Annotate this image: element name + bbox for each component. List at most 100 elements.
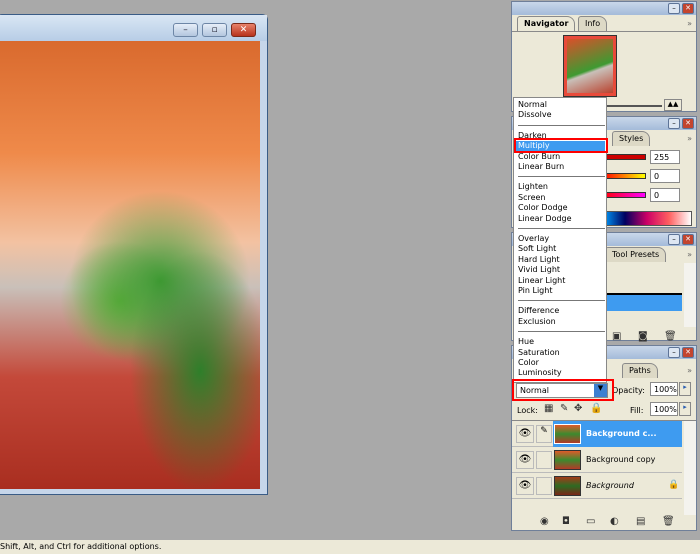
- minimize-icon[interactable]: –: [668, 234, 680, 245]
- panel-title-bar[interactable]: – ✕: [512, 2, 696, 15]
- fill-label: Fill:: [630, 406, 644, 415]
- menu-item-hard-light[interactable]: Hard Light: [518, 255, 560, 265]
- color-spectrum[interactable]: [602, 211, 692, 226]
- minimize-button[interactable]: –: [173, 23, 198, 37]
- lock-all-icon[interactable]: 🔒: [590, 403, 602, 414]
- green-value-field[interactable]: 0: [650, 169, 680, 183]
- lock-brush-icon[interactable]: ✎: [560, 403, 568, 414]
- restore-button[interactable]: ▫: [202, 23, 227, 37]
- red-value-field[interactable]: 255: [650, 150, 680, 164]
- navigator-thumbnail[interactable]: [563, 35, 617, 97]
- highlight-box-blend-select: [512, 379, 614, 401]
- menu-separator: [518, 300, 605, 302]
- layer-row[interactable]: 👁 Background 🔒: [512, 473, 682, 499]
- minimize-icon[interactable]: –: [668, 118, 680, 129]
- status-bar: Shift, Alt, and Ctrl for additional opti…: [0, 540, 700, 554]
- tab-styles[interactable]: Styles: [612, 131, 651, 146]
- camera-icon[interactable]: ◙: [638, 331, 648, 342]
- menu-item-pin-light[interactable]: Pin Light: [518, 286, 552, 296]
- menu-item-vivid-light[interactable]: Vivid Light: [518, 265, 560, 275]
- layers-scrollbar[interactable]: [684, 421, 696, 515]
- adjustment-layer-icon[interactable]: ◐: [610, 516, 619, 527]
- fill-arrow[interactable]: ▸: [679, 402, 691, 416]
- close-icon[interactable]: ✕: [682, 347, 694, 358]
- eye-icon[interactable]: 👁: [516, 451, 534, 469]
- close-button[interactable]: ✕: [231, 23, 256, 37]
- menu-item-screen[interactable]: Screen: [518, 193, 546, 203]
- menu-item-normal[interactable]: Normal: [518, 100, 547, 110]
- layer-name[interactable]: Background c...: [586, 429, 657, 438]
- canvas-image[interactable]: [0, 41, 260, 489]
- snapshot-icon[interactable]: ▣: [612, 331, 621, 342]
- new-layer-icon[interactable]: ▤: [636, 516, 645, 527]
- menu-item-color[interactable]: Color: [518, 358, 539, 368]
- green-slider[interactable]: [602, 173, 646, 179]
- panel-menu-icon[interactable]: »: [687, 19, 692, 28]
- menu-separator: [518, 176, 605, 178]
- menu-separator: [518, 228, 605, 229]
- layer-style-icon[interactable]: ◉: [540, 516, 549, 527]
- trash-icon[interactable]: 🗑: [664, 331, 677, 342]
- close-icon[interactable]: ✕: [682, 234, 694, 245]
- tab-navigator[interactable]: Navigator: [517, 16, 576, 31]
- menu-item-color-burn[interactable]: Color Burn: [518, 152, 560, 162]
- layer-row[interactable]: 👁 Background copy: [512, 447, 682, 473]
- menu-item-saturation[interactable]: Saturation: [518, 348, 560, 358]
- minimize-icon[interactable]: –: [668, 3, 680, 14]
- link-slot[interactable]: [536, 451, 552, 469]
- eye-icon[interactable]: 👁: [516, 477, 534, 495]
- opacity-field[interactable]: 100%: [650, 382, 678, 396]
- zoom-in-icon[interactable]: ▲▲: [664, 99, 682, 111]
- blue-slider[interactable]: [602, 192, 646, 198]
- tab-tool-presets[interactable]: Tool Presets: [605, 247, 667, 262]
- tab-paths[interactable]: Paths: [622, 363, 658, 378]
- panel-menu-icon[interactable]: »: [687, 366, 692, 375]
- layer-name[interactable]: Background: [586, 481, 634, 490]
- navigator-panel: – ✕ Navigator Info » ▲▲: [511, 1, 697, 112]
- menu-item-color-dodge[interactable]: Color Dodge: [518, 203, 568, 213]
- menu-item-luminosity[interactable]: Luminosity: [518, 368, 562, 378]
- close-icon[interactable]: ✕: [682, 3, 694, 14]
- lock-label: Lock:: [517, 406, 538, 415]
- menu-item-difference[interactable]: Difference: [518, 306, 559, 316]
- menu-item-linear-light[interactable]: Linear Light: [518, 276, 565, 286]
- link-slot[interactable]: [536, 477, 552, 495]
- minimize-icon[interactable]: –: [668, 347, 680, 358]
- panel-menu-icon[interactable]: »: [687, 134, 692, 143]
- document-window: – ▫ ✕: [0, 14, 268, 495]
- highlight-box-multiply: [514, 138, 608, 153]
- layer-row[interactable]: 👁 ✎ Background c...: [512, 421, 682, 447]
- layer-thumbnail: [554, 476, 581, 496]
- menu-item-exclusion[interactable]: Exclusion: [518, 317, 556, 327]
- scrollbar[interactable]: [684, 263, 696, 327]
- menu-item-linear-burn[interactable]: Linear Burn: [518, 162, 564, 172]
- lock-transparency-icon[interactable]: ▦: [544, 403, 553, 414]
- opacity-arrow[interactable]: ▸: [679, 382, 691, 396]
- menu-item-dissolve[interactable]: Dissolve: [518, 110, 552, 120]
- opacity-label: Opacity:: [612, 386, 645, 395]
- brush-icon: ✎: [536, 425, 552, 443]
- menu-item-linear-dodge[interactable]: Linear Dodge: [518, 214, 572, 224]
- layer-name[interactable]: Background copy: [586, 455, 655, 464]
- menu-separator: [518, 331, 605, 333]
- tab-info[interactable]: Info: [578, 16, 608, 31]
- layer-thumbnail: [554, 450, 581, 470]
- layer-mask-icon[interactable]: ◘: [562, 516, 570, 527]
- blue-value-field[interactable]: 0: [650, 188, 680, 202]
- close-icon[interactable]: ✕: [682, 118, 694, 129]
- folder-icon[interactable]: ▭: [586, 516, 595, 527]
- menu-item-lighten[interactable]: Lighten: [518, 182, 548, 192]
- document-title-bar[interactable]: – ▫ ✕: [0, 15, 267, 41]
- trash-icon[interactable]: 🗑: [662, 516, 675, 527]
- menu-item-hue[interactable]: Hue: [518, 337, 534, 347]
- red-slider[interactable]: [602, 154, 646, 160]
- menu-separator: [518, 124, 605, 126]
- lock-move-icon[interactable]: ✥: [574, 403, 582, 414]
- eye-icon[interactable]: 👁: [516, 425, 534, 443]
- menu-item-soft-light[interactable]: Soft Light: [518, 244, 556, 254]
- fill-field[interactable]: 100%: [650, 402, 678, 416]
- layer-thumbnail: [554, 424, 581, 444]
- panel-menu-icon[interactable]: »: [687, 250, 692, 259]
- lock-icon: 🔒: [668, 480, 680, 490]
- menu-item-overlay[interactable]: Overlay: [518, 234, 549, 244]
